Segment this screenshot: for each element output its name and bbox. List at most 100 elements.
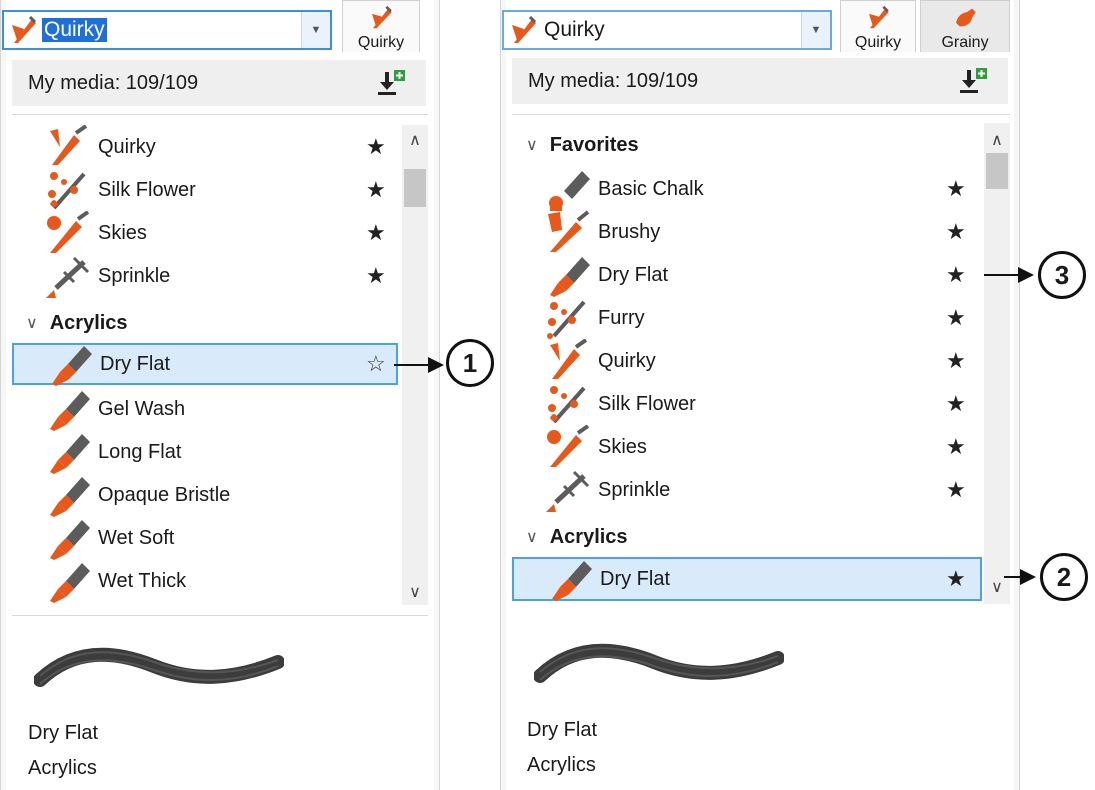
list-item[interactable]: Wet Soft bbox=[12, 518, 396, 560]
list-item[interactable]: Basic Chalk ★ bbox=[512, 169, 982, 211]
brush-name: Silk Flower bbox=[98, 178, 196, 201]
flat-brush-icon bbox=[52, 346, 92, 386]
star-filled-icon[interactable]: ★ bbox=[946, 436, 966, 458]
brush-name: Skies bbox=[598, 435, 647, 458]
list-item-selected[interactable]: Dry Flat ☆ bbox=[12, 343, 398, 386]
star-filled-icon[interactable]: ★ bbox=[946, 568, 966, 590]
chevron-down-icon[interactable]: ▼ bbox=[301, 12, 330, 48]
star-filled-icon[interactable]: ★ bbox=[946, 221, 966, 243]
list-item[interactable]: Sprinkle ★ bbox=[12, 256, 396, 298]
list-item[interactable]: Quirky ★ bbox=[12, 125, 396, 167]
star-filled-icon[interactable]: ★ bbox=[946, 479, 966, 501]
variant-select-value[interactable]: Quirky bbox=[42, 18, 107, 42]
category-group-acrylics[interactable]: ∨ Acrylics bbox=[12, 305, 128, 341]
brush-name: Quirky bbox=[598, 349, 656, 372]
star-filled-icon[interactable]: ★ bbox=[946, 393, 966, 415]
vertical-scrollbar[interactable]: ∧ ∨ bbox=[984, 123, 1010, 604]
callout-arrowhead bbox=[1020, 569, 1036, 585]
stroke-preview bbox=[34, 647, 284, 687]
skies-brush-icon bbox=[47, 211, 90, 253]
scrollbar-thumb[interactable] bbox=[986, 153, 1008, 189]
tab-label: Quirky bbox=[357, 34, 405, 51]
chevron-down-icon[interactable]: ∨ bbox=[26, 313, 38, 333]
variant-select-value[interactable]: Quirky bbox=[542, 18, 607, 42]
callout-arrowhead bbox=[1018, 267, 1034, 283]
brush-variant-list: ∨ Favorites Basic Chalk ★ Brushy ★ Dry F… bbox=[512, 114, 1010, 604]
import-icon[interactable] bbox=[958, 68, 988, 96]
brush-name: Long Flat bbox=[98, 440, 182, 463]
tab-quirky[interactable]: Quirky bbox=[342, 0, 420, 52]
star-filled-icon[interactable]: ★ bbox=[946, 178, 966, 200]
category-label: Acrylics bbox=[549, 525, 628, 548]
chevron-down-icon[interactable]: ▼ bbox=[801, 12, 830, 48]
star-filled-icon[interactable]: ★ bbox=[366, 222, 386, 244]
brush-selector-panel-left: Quirky ▼ Quirky My media: 109/109 Quirky… bbox=[0, 0, 440, 790]
brush-variant-list: Quirky ★ Silk Flower ★ Skies ★ Sprinkle … bbox=[12, 114, 428, 616]
brush-info-name: Dry Flat bbox=[527, 719, 597, 741]
category-label: Favorites bbox=[549, 133, 639, 156]
callout-1: 1 bbox=[446, 339, 494, 387]
brush-info-category: Acrylics bbox=[28, 757, 97, 779]
scrollbar-thumb[interactable] bbox=[404, 169, 426, 207]
list-item[interactable]: Dry Flat ★ bbox=[512, 255, 982, 297]
list-item[interactable]: Brushy ★ bbox=[512, 210, 982, 252]
brush-name: Dry Flat bbox=[600, 567, 670, 590]
list-item[interactable]: Skies ★ bbox=[512, 425, 982, 467]
list-item[interactable]: Silk Flower ★ bbox=[512, 384, 982, 424]
star-outline-icon[interactable]: ☆ bbox=[366, 353, 386, 375]
category-group-acrylics[interactable]: ∨ Acrylics bbox=[512, 519, 628, 555]
callout-2: 2 bbox=[1040, 553, 1088, 601]
star-filled-icon[interactable]: ★ bbox=[946, 350, 966, 372]
list-item[interactable]: Long Flat bbox=[12, 432, 396, 474]
flat-brush-icon bbox=[550, 257, 590, 297]
star-filled-icon[interactable]: ★ bbox=[366, 136, 386, 158]
list-item[interactable]: Silk Flower ★ bbox=[12, 170, 396, 210]
list-item[interactable]: Gel Wash bbox=[12, 389, 396, 431]
brush-selector-panel-right: Quirky ▼ Quirky Grainy My media: 109/109… bbox=[500, 0, 1020, 790]
chevron-down-icon[interactable]: ∨ bbox=[526, 135, 538, 155]
list-item[interactable]: Furry ★ bbox=[512, 298, 982, 339]
star-filled-icon[interactable]: ★ bbox=[946, 264, 966, 286]
star-filled-icon[interactable]: ★ bbox=[946, 307, 966, 329]
quirky-brush-icon bbox=[550, 339, 588, 379]
panel-edge bbox=[434, 0, 440, 790]
list-item-selected[interactable]: Dry Flat ★ bbox=[512, 557, 982, 601]
scroll-up-icon[interactable]: ∧ bbox=[984, 127, 1010, 153]
brush-name: Silk Flower bbox=[598, 392, 696, 415]
list-item[interactable]: Skies ★ bbox=[12, 211, 396, 253]
brush-name: Wet Soft bbox=[98, 526, 175, 549]
scroll-down-icon[interactable]: ∨ bbox=[402, 579, 428, 605]
sprinkle-brush-icon bbox=[46, 256, 90, 298]
brush-name: Basic Chalk bbox=[598, 177, 704, 200]
variant-select[interactable]: Quirky ▼ bbox=[2, 10, 332, 50]
category-group-favorites[interactable]: ∨ Favorites bbox=[512, 127, 639, 163]
panel-edge bbox=[0, 0, 6, 790]
tab-label: Grainy bbox=[941, 34, 989, 51]
star-filled-icon[interactable]: ★ bbox=[366, 179, 386, 201]
quirky-brush-icon bbox=[372, 5, 392, 29]
flat-brush-icon bbox=[50, 391, 90, 431]
my-media-bar: My media: 109/109 bbox=[512, 58, 1008, 104]
brush-name: Furry bbox=[598, 306, 645, 329]
sprinkle-brush-icon bbox=[546, 470, 590, 512]
scroll-up-icon[interactable]: ∧ bbox=[402, 127, 428, 153]
list-item[interactable]: Wet Thick bbox=[12, 561, 396, 603]
flat-brush-icon bbox=[552, 561, 592, 601]
list-item[interactable]: Opaque Bristle bbox=[12, 475, 396, 517]
tab-quirky[interactable]: Quirky bbox=[840, 0, 916, 52]
tab-label: Quirky bbox=[854, 34, 902, 51]
grainy-brush-icon bbox=[956, 8, 976, 27]
chevron-down-icon[interactable]: ∨ bbox=[526, 527, 538, 547]
silk-flower-brush-icon bbox=[48, 172, 86, 210]
list-item[interactable]: Sprinkle ★ bbox=[512, 470, 982, 512]
list-item[interactable]: Quirky ★ bbox=[512, 339, 982, 381]
my-media-label: My media: 109/109 bbox=[28, 71, 199, 94]
quirky-brush-icon bbox=[869, 5, 889, 29]
tab-grainy[interactable]: Grainy bbox=[920, 0, 1010, 52]
brush-name: Dry Flat bbox=[100, 352, 170, 375]
brush-name: Dry Flat bbox=[598, 263, 668, 286]
skies-brush-icon bbox=[547, 425, 590, 467]
variant-select[interactable]: Quirky ▼ bbox=[502, 10, 832, 50]
star-filled-icon[interactable]: ★ bbox=[366, 265, 386, 287]
import-icon[interactable] bbox=[376, 70, 406, 98]
